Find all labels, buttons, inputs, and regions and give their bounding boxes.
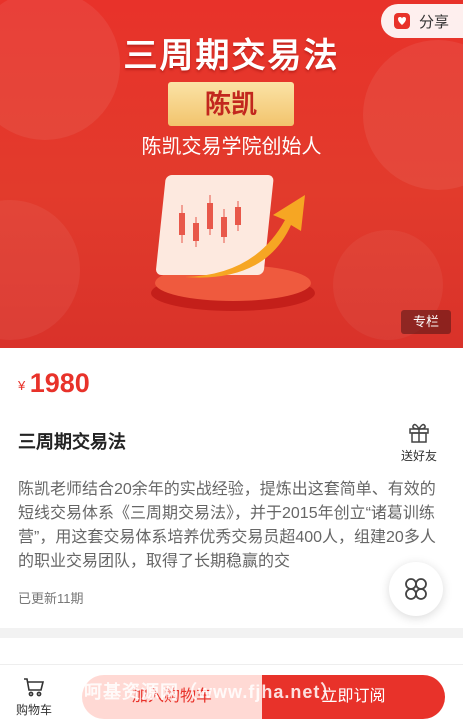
product-description: 陈凯老师结合20余年的实战经验，提炼出这套简单、有效的短线交易体系《三周期交易法… <box>18 481 436 570</box>
cart-label: 购物车 <box>15 703 52 717</box>
gift-to-friend-button[interactable]: 送好友 <box>396 420 442 464</box>
cart-button[interactable]: 购物车 <box>6 675 62 718</box>
decorative-circle <box>0 200 80 340</box>
share-button[interactable]: 分享 <box>381 4 463 38</box>
subscribe-button[interactable]: 立即订阅 <box>262 675 445 719</box>
gift-icon <box>409 423 429 443</box>
gift-label: 送好友 <box>400 449 437 463</box>
section-divider <box>0 628 463 638</box>
column-badge: 专栏 <box>401 310 451 334</box>
product-title: 三周期交易法 <box>18 432 126 452</box>
cart-icon <box>24 678 45 697</box>
currency-symbol: ¥ <box>18 378 26 393</box>
share-label: 分享 <box>419 13 450 31</box>
clover-menu-icon <box>405 578 427 600</box>
share-icon <box>394 13 410 29</box>
author-subtitle: 陈凯交易学院创始人 <box>141 136 322 158</box>
update-status: 已更新11期 <box>18 591 84 606</box>
floating-menu-button[interactable] <box>389 562 443 616</box>
price-value: 1980 <box>29 368 90 398</box>
author-name-plate: 陈凯 <box>168 82 294 126</box>
price: ¥ 1980 <box>18 368 90 399</box>
add-to-cart-button[interactable]: 加入购物车 <box>82 675 262 719</box>
bottom-action-bar: 购物车 加入购物车 立即订阅 <box>0 664 463 728</box>
course-banner: 三周期交易法 陈凯 陈凯交易学院创始人 专栏 <box>0 0 463 348</box>
candlestick-chart-illustration <box>151 175 315 311</box>
